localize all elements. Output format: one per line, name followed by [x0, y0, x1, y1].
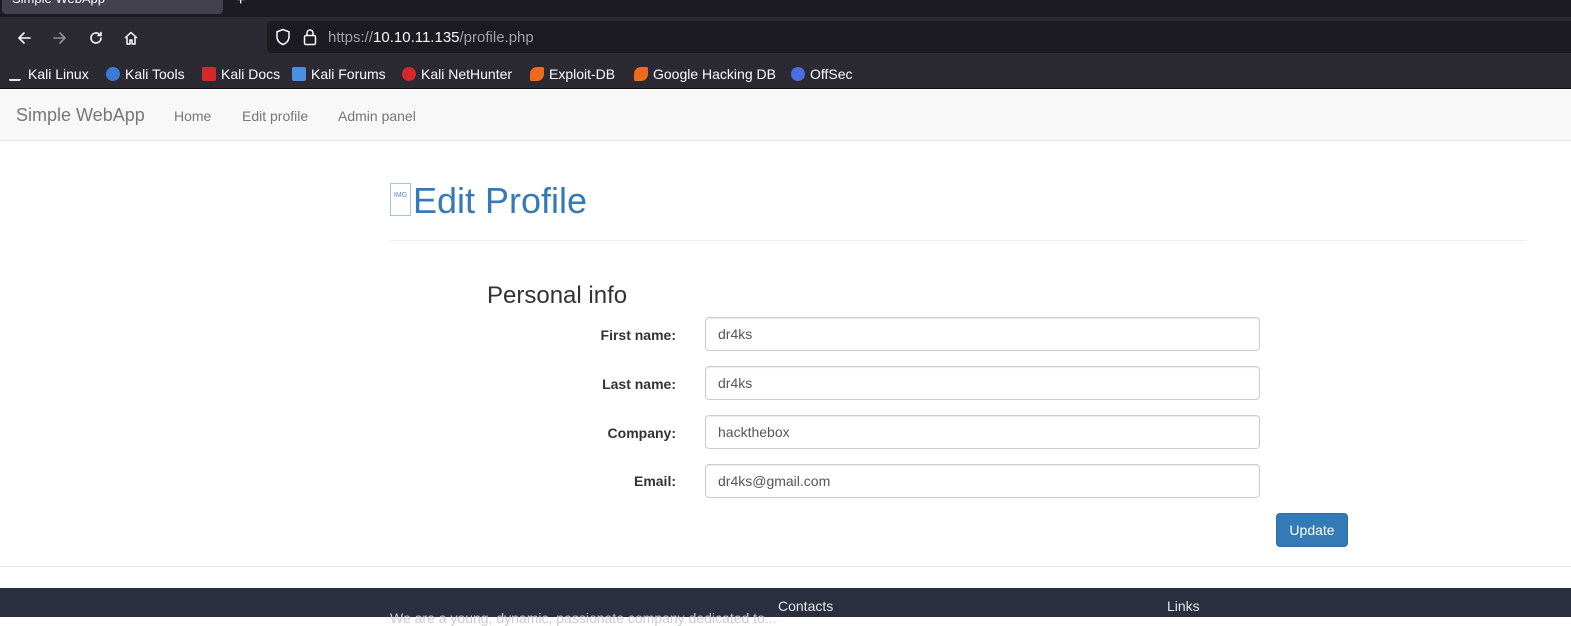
- kali-docs-icon: [202, 67, 216, 81]
- url-scheme: https://: [328, 29, 374, 46]
- nav-link-edit-profile[interactable]: Edit profile: [242, 108, 308, 124]
- url-text[interactable]: https://10.10.11.135/profile.php: [328, 29, 534, 46]
- back-button[interactable]: [11, 25, 37, 51]
- bookmark-kali-linux[interactable]: Kali Linux: [8, 64, 89, 84]
- nav-link-admin-panel[interactable]: Admin panel: [338, 108, 416, 124]
- bookmark-label: Kali Tools: [125, 66, 185, 82]
- tab-strip: Simple WebApp +: [0, 0, 1571, 17]
- back-arrow-icon: [18, 32, 31, 44]
- web-page: Simple WebApp Home Edit profile Admin pa…: [0, 89, 1571, 626]
- kali-tools-icon: [106, 67, 120, 81]
- page-title: Edit Profile: [413, 180, 588, 221]
- header-divider: [390, 240, 1526, 241]
- site-footer: We are a young, dynamic, passionate comp…: [0, 588, 1571, 626]
- navbar-brand[interactable]: Simple WebApp: [16, 105, 145, 126]
- forward-button[interactable]: [47, 25, 73, 51]
- bookmark-ghdb[interactable]: Google Hacking DB: [634, 64, 776, 84]
- browser-tab[interactable]: Simple WebApp: [2, 0, 223, 14]
- bookmark-label: Kali Docs: [221, 66, 281, 82]
- url-path: /profile.php: [459, 29, 534, 46]
- exploit-db-icon: [530, 67, 544, 81]
- update-button[interactable]: Update: [1276, 513, 1348, 547]
- site-navbar: Simple WebApp Home Edit profile Admin pa…: [0, 89, 1571, 141]
- ghdb-icon: [634, 67, 648, 81]
- offsec-icon: [791, 67, 805, 81]
- email-field[interactable]: [705, 464, 1260, 498]
- first-name-field[interactable]: [705, 317, 1260, 351]
- shield-icon[interactable]: [275, 28, 291, 46]
- new-tab-button[interactable]: +: [236, 0, 245, 9]
- kali-forums-icon: [292, 67, 306, 81]
- footer-about-text: We are a young, dynamic, passionate comp…: [390, 610, 777, 626]
- bookmarks-toolbar: Kali Linux Kali Tools Kali Docs Kali For…: [0, 59, 1571, 89]
- section-title: Personal info: [487, 282, 628, 309]
- email-label: Email:: [633, 473, 676, 489]
- lock-icon[interactable]: [303, 28, 317, 46]
- footer-links-heading: Links: [1167, 598, 1200, 614]
- bookmark-kali-forums[interactable]: Kali Forums: [292, 64, 386, 84]
- bookmark-exploit-db[interactable]: Exploit-DB: [530, 64, 615, 84]
- bookmark-kali-tools[interactable]: Kali Tools: [106, 64, 185, 84]
- bookmark-label: Google Hacking DB: [653, 66, 776, 82]
- last-name-field[interactable]: [705, 366, 1260, 400]
- bookmark-label: Kali Forums: [311, 66, 386, 82]
- nav-link-home[interactable]: Home: [174, 108, 211, 124]
- url-host: 10.10.11.135: [373, 29, 460, 46]
- first-name-label: First name:: [600, 327, 676, 343]
- bookmark-label: Kali Linux: [28, 66, 89, 82]
- bookmark-offsec[interactable]: OffSec: [791, 64, 853, 84]
- nethunter-icon: [402, 67, 416, 81]
- footer-divider: [0, 566, 1571, 567]
- reload-icon: [90, 31, 102, 44]
- bookmark-label: Kali NetHunter: [421, 66, 513, 82]
- bookmark-kali-nethunter[interactable]: Kali NetHunter: [402, 64, 512, 84]
- forward-arrow-icon: [53, 32, 66, 44]
- reload-button[interactable]: [83, 25, 109, 51]
- home-icon: [124, 31, 138, 45]
- last-name-label: Last name:: [602, 376, 676, 392]
- broken-image-icon: IMG: [390, 183, 411, 216]
- company-label: Company:: [607, 425, 676, 441]
- home-button[interactable]: [118, 25, 144, 51]
- browser-toolbar: https://10.10.11.135/profile.php: [0, 17, 1571, 59]
- bookmark-label: Exploit-DB: [549, 66, 616, 82]
- bookmark-label: OffSec: [810, 66, 853, 82]
- kali-dragon-icon: [8, 67, 26, 81]
- company-field[interactable]: [705, 415, 1260, 449]
- footer-contacts-heading: Contacts: [778, 598, 834, 614]
- address-bar[interactable]: https://10.10.11.135/profile.php: [267, 21, 1571, 53]
- bookmark-kali-docs[interactable]: Kali Docs: [202, 64, 280, 84]
